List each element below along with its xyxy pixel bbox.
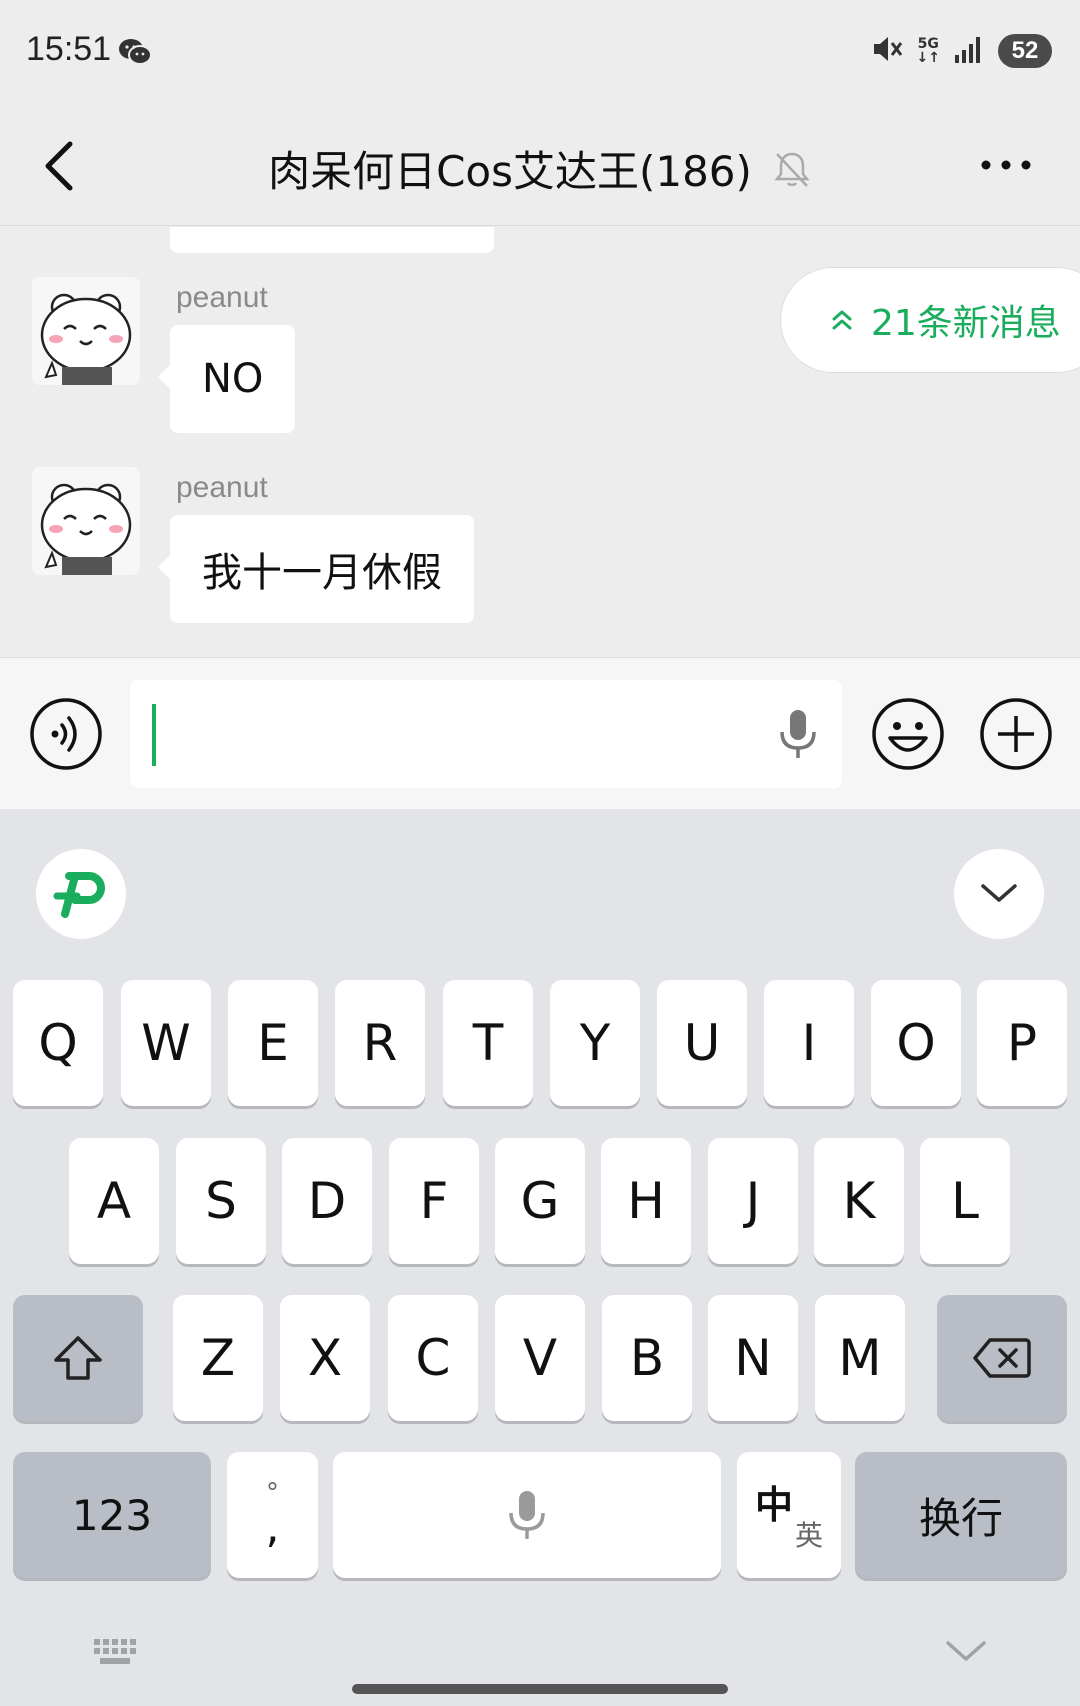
text-caret — [152, 704, 156, 766]
message-bubble[interactable]: NO — [157, 325, 296, 433]
key-t[interactable]: T — [443, 980, 533, 1106]
shift-key[interactable] — [13, 1295, 143, 1421]
status-bar: 15:51 5G ↓↑ 52 — [0, 0, 1080, 108]
key-w[interactable]: W — [121, 980, 211, 1106]
input-method-logo-icon — [53, 872, 105, 918]
network-type: 5G — [917, 36, 939, 52]
mute-icon — [871, 34, 903, 68]
shift-icon — [54, 1336, 102, 1380]
input-bar — [0, 657, 1080, 809]
message-sender: peanut — [176, 471, 268, 504]
key-i[interactable]: I — [764, 980, 854, 1106]
key-l[interactable]: L — [920, 1138, 1010, 1264]
key-f[interactable]: F — [389, 1138, 479, 1264]
chat-title-container: 肉呆何日Cos艾达王(186) — [0, 138, 1080, 199]
key-e[interactable]: E — [228, 980, 318, 1106]
key-n[interactable]: N — [708, 1295, 798, 1421]
voice-icon — [30, 698, 102, 770]
keyboard-switch-icon[interactable] — [92, 1637, 140, 1671]
punct-primary: , — [265, 1502, 280, 1553]
status-time: 15:51 — [26, 30, 112, 68]
message-bubble[interactable]: 我十一月休假 — [158, 515, 474, 623]
new-messages-label: 21条新消息 — [871, 303, 1061, 344]
more-functions-button[interactable] — [978, 696, 1054, 772]
avatar[interactable] — [32, 467, 140, 575]
signal-icon — [954, 35, 984, 67]
key-s[interactable]: S — [176, 1138, 266, 1264]
key-k[interactable]: K — [814, 1138, 904, 1264]
new-messages-button[interactable]: 21条新消息 — [780, 267, 1080, 373]
mute-notifications-icon — [774, 152, 810, 187]
key-j[interactable]: J — [708, 1138, 798, 1264]
emoji-button[interactable] — [870, 696, 946, 772]
language-switch-key[interactable]: 中 英 — [737, 1452, 841, 1578]
bear-avatar-icon — [32, 277, 140, 385]
voice-input-button[interactable] — [28, 696, 104, 772]
key-y[interactable]: Y — [550, 980, 640, 1106]
lang-zh: 中 — [755, 1483, 794, 1527]
bear-avatar-icon — [32, 467, 140, 575]
network-5g-icon: 5G ↓↑ — [916, 36, 940, 66]
key-u[interactable]: U — [657, 980, 747, 1106]
home-indicator[interactable] — [352, 1684, 728, 1694]
plus-icon — [980, 698, 1052, 770]
wechat-icon — [118, 38, 152, 70]
more-icon — [981, 160, 1031, 170]
battery-indicator: 52 — [998, 34, 1052, 68]
key-p[interactable]: P — [977, 980, 1067, 1106]
mic-icon[interactable] — [778, 708, 818, 764]
message-sender: peanut — [176, 281, 268, 314]
hide-keyboard-chevron-icon[interactable] — [944, 1639, 988, 1669]
key-v[interactable]: V — [495, 1295, 585, 1421]
page-title: 肉呆何日Cos艾达王(186) — [268, 147, 752, 196]
message-input[interactable] — [130, 680, 842, 788]
numbers-key[interactable]: 123 — [13, 1452, 211, 1578]
backspace-key[interactable] — [937, 1295, 1067, 1421]
smiley-icon — [872, 698, 944, 770]
backspace-icon — [973, 1338, 1031, 1378]
avatar[interactable] — [32, 277, 140, 385]
key-a[interactable]: A — [69, 1138, 159, 1264]
enter-key[interactable]: 换行 — [855, 1452, 1067, 1578]
space-key[interactable] — [333, 1452, 721, 1578]
key-z[interactable]: Z — [173, 1295, 263, 1421]
key-o[interactable]: O — [871, 980, 961, 1106]
soft-keyboard: Q W E R T Y U I O P A S D F G H J K L Z … — [0, 809, 1080, 1706]
lang-en: 英 — [794, 1519, 823, 1552]
hide-keyboard-button[interactable] — [954, 849, 1044, 939]
punctuation-key[interactable]: ° , — [227, 1452, 318, 1578]
keyboard-logo-button[interactable] — [36, 849, 126, 939]
key-x[interactable]: X — [280, 1295, 370, 1421]
double-chevron-up-icon — [832, 310, 852, 330]
status-indicators: 5G ↓↑ 52 — [871, 34, 1052, 68]
message-bubble-partial — [170, 227, 494, 253]
key-m[interactable]: M — [815, 1295, 905, 1421]
chat-message-list[interactable]: peanut NO peanut 我十一月休假 21条新消息 — [0, 227, 1080, 657]
chevron-down-icon — [981, 884, 1017, 902]
mic-icon — [509, 1491, 545, 1539]
chat-header: 肉呆何日Cos艾达王(186) — [0, 108, 1080, 226]
more-options-button[interactable] — [978, 150, 1034, 180]
key-c[interactable]: C — [388, 1295, 478, 1421]
key-d[interactable]: D — [282, 1138, 372, 1264]
key-q[interactable]: Q — [13, 980, 103, 1106]
key-b[interactable]: B — [602, 1295, 692, 1421]
key-h[interactable]: H — [601, 1138, 691, 1264]
key-g[interactable]: G — [495, 1138, 585, 1264]
key-r[interactable]: R — [335, 980, 425, 1106]
